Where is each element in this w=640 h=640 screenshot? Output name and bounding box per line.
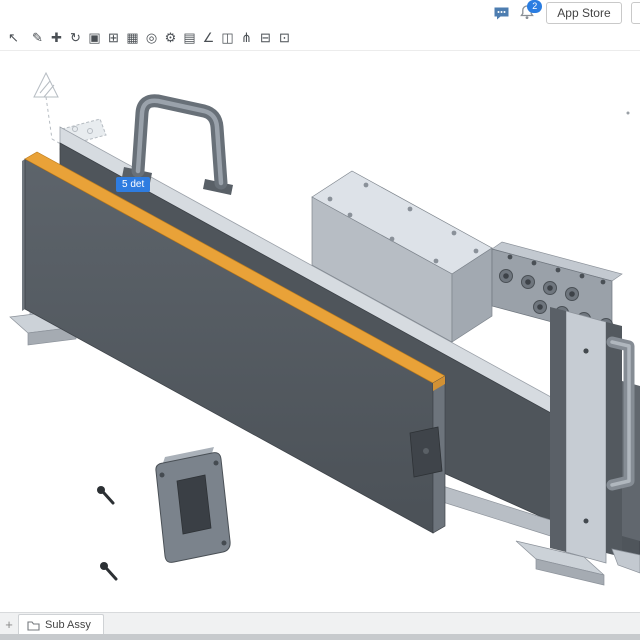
branch-icon[interactable]: ⋔ <box>237 28 256 48</box>
snapshot-icon[interactable]: ◫ <box>218 28 237 48</box>
end-frame-bar-left <box>550 307 566 552</box>
measure-icon[interactable]: ∠ <box>199 28 218 48</box>
cad-app-window: 2 App Store Le ↖ ✎ ✚ ↻ ▣ ⊞ ▦ ◎ ⚙ ▤ ∠ ◫ ⋔… <box>0 0 640 640</box>
assembly-toolbar: ↖ ✎ ✚ ↻ ▣ ⊞ ▦ ◎ ⚙ ▤ ∠ ◫ ⋔ ⊟ ⊡ <box>0 26 640 51</box>
add-tab-button[interactable]: + <box>0 615 18 635</box>
end-frame[interactable] <box>550 307 640 563</box>
notification-badge: 2 <box>527 0 542 13</box>
app-store-button[interactable]: App Store <box>546 2 621 24</box>
selection-tooltip: 5 det <box>116 177 150 192</box>
insert-icon[interactable]: ⊞ <box>104 28 123 48</box>
learning-center-button[interactable]: Le <box>631 2 640 24</box>
tab-sub-assy[interactable]: Sub Assy <box>18 614 104 635</box>
bottom-tab-bar: + Sub Assy <box>0 612 640 635</box>
tab-label: Sub Assy <box>45 619 91 631</box>
sketch-icon[interactable]: ✎ <box>28 28 47 48</box>
panel-handle-dot <box>627 112 630 115</box>
screw-2[interactable] <box>100 562 116 579</box>
notifications-icon[interactable]: 2 <box>519 4 537 22</box>
select-tool-icon[interactable]: ↖ <box>4 28 23 48</box>
display-options-icon[interactable]: ⊡ <box>275 28 294 48</box>
folder-icon <box>27 620 40 631</box>
group-icon[interactable]: ▣ <box>85 28 104 48</box>
bottom-strip <box>0 634 640 640</box>
linear-pattern-icon[interactable]: ▦ <box>123 28 142 48</box>
named-views-icon[interactable]: ▤ <box>180 28 199 48</box>
top-bar: 2 App Store Le <box>0 0 640 26</box>
bom-icon[interactable]: ⊟ <box>256 28 275 48</box>
viewport-3d[interactable]: 5 det <box>0 51 640 612</box>
circular-pattern-icon[interactable]: ◎ <box>142 28 161 48</box>
end-frame-bar-right <box>606 322 622 557</box>
screw-1[interactable] <box>97 486 113 503</box>
fasten-mate-icon[interactable]: ✚ <box>47 28 66 48</box>
top-bar-right: 2 App Store Le <box>492 2 640 24</box>
revolve-mate-icon[interactable]: ↻ <box>66 28 85 48</box>
mate-connector-icon[interactable]: ⚙ <box>161 28 180 48</box>
chat-bubble-icon[interactable] <box>492 4 510 22</box>
loose-bracket[interactable] <box>156 447 230 562</box>
model-canvas[interactable] <box>0 51 640 612</box>
